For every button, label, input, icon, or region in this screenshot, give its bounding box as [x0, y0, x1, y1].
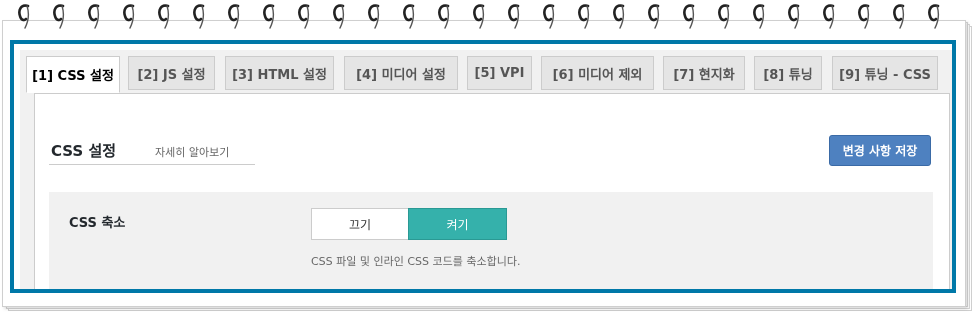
settings-page: [1] CSS 설정 [2] JS 설정 [3] HTML 설정 [4] 미디어…: [20, 50, 952, 289]
spiral-ring-icon: [542, 2, 556, 30]
spiral-ring-icon: [682, 2, 696, 30]
spiral-ring-icon: [262, 2, 276, 30]
spiral-ring-icon: [577, 2, 591, 30]
save-changes-button[interactable]: 변경 사항 저장: [829, 135, 931, 166]
tab-tuning-css[interactable]: [9] 튜닝 - CSS: [832, 56, 938, 90]
tab-html-settings[interactable]: [3] HTML 설정: [225, 56, 334, 90]
title-divider: [49, 164, 255, 165]
spiral-ring-icon: [402, 2, 416, 30]
spiral-ring-icon: [717, 2, 731, 30]
settings-panel: CSS 설정 자세히 알아보기 변경 사항 저장 CSS 축소 끄기 켜기 CS…: [34, 93, 950, 289]
spiral-ring-icon: [332, 2, 346, 30]
spiral-ring-icon: [17, 2, 31, 30]
tab-media-settings[interactable]: [4] 미디어 설정: [344, 56, 458, 90]
spiral-ring-icon: [437, 2, 451, 30]
spiral-ring-icon: [822, 2, 836, 30]
minify-toggle: 끄기 켜기: [311, 208, 507, 240]
tab-tuning[interactable]: [8] 튜닝: [754, 56, 822, 90]
spiral-ring-icon: [297, 2, 311, 30]
spiral-ring-icon: [157, 2, 171, 30]
tab-media-exclude[interactable]: [6] 미디어 제외: [541, 56, 654, 90]
spiral-ring-icon: [472, 2, 486, 30]
highlight-frame: [1] CSS 설정 [2] JS 설정 [3] HTML 설정 [4] 미디어…: [10, 40, 956, 293]
learn-more-link[interactable]: 자세히 알아보기: [155, 144, 229, 160]
spiral-ring-icon: [752, 2, 766, 30]
tab-localization[interactable]: [7] 현지화: [663, 56, 745, 90]
spiral-ring-icon: [52, 2, 66, 30]
spiral-ring-icon: [87, 2, 101, 30]
spiral-ring-icon: [892, 2, 906, 30]
tab-vpi[interactable]: [5] VPI: [467, 56, 532, 90]
toggle-off-option[interactable]: 끄기: [311, 208, 408, 240]
spiral-ring-icon: [192, 2, 206, 30]
tab-css-settings[interactable]: [1] CSS 설정: [26, 56, 120, 93]
spiral-ring-icon: [507, 2, 521, 30]
spiral-ring-icon: [612, 2, 626, 30]
spiral-ring-icon: [367, 2, 381, 30]
setting-description: CSS 파일 및 인라인 CSS 코드를 축소합니다.: [311, 255, 521, 268]
spiral-ring-icon: [122, 2, 136, 30]
spiral-ring-icon: [647, 2, 661, 30]
notebook-paper: [1] CSS 설정 [2] JS 설정 [3] HTML 설정 [4] 미디어…: [0, 0, 972, 313]
spiral-ring-icon: [857, 2, 871, 30]
setting-label: CSS 축소: [69, 216, 126, 231]
setting-row-css-minify: CSS 축소 끄기 켜기 CSS 파일 및 인라인 CSS 코드를 축소합니다.: [49, 192, 933, 289]
toggle-on-option[interactable]: 켜기: [408, 208, 507, 240]
spiral-ring-icon: [227, 2, 241, 30]
spiral-ring-icon: [787, 2, 801, 30]
section-title: CSS 설정: [51, 142, 117, 160]
tab-js-settings[interactable]: [2] JS 설정: [128, 56, 215, 90]
spiral-ring-icon: [927, 2, 941, 30]
spiral-binding: [0, 0, 972, 36]
